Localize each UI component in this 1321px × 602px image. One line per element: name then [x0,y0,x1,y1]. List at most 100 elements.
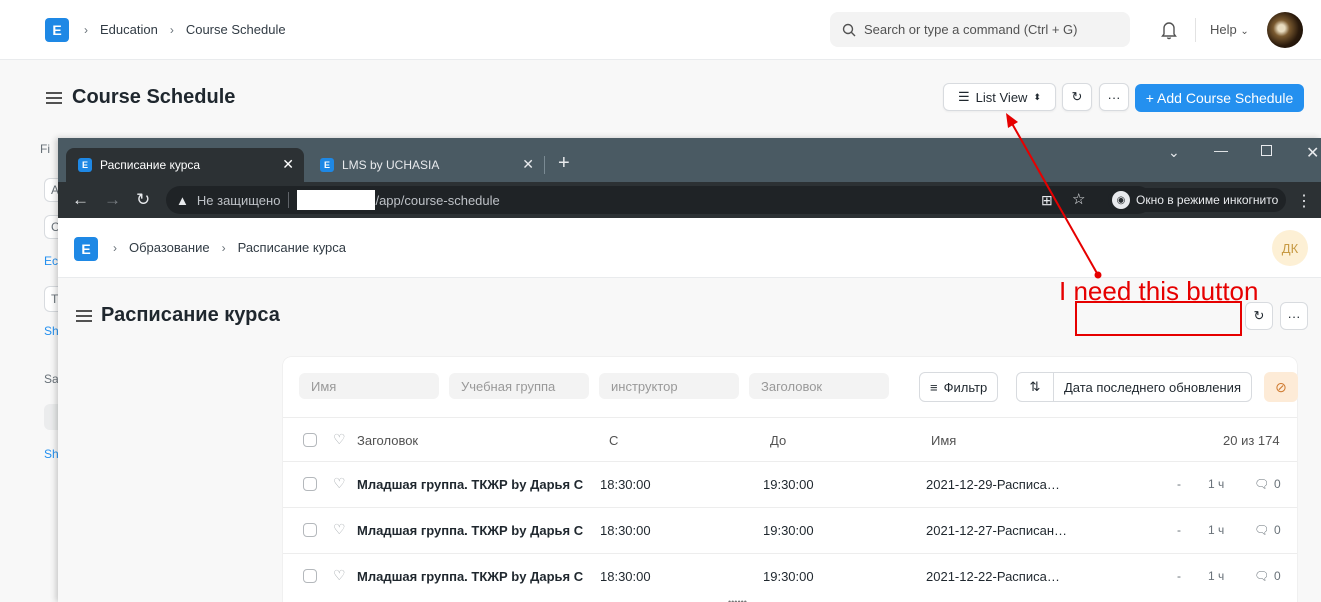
filter-title-input[interactable]: Заголовок [749,373,889,399]
new-tab-icon[interactable]: + [558,152,570,175]
tab-title: LMS by UCHASIA [342,158,440,172]
security-label: Не защищено [196,192,281,208]
chevron-down-icon: ⌄ [1240,26,1249,37]
filter-group-input[interactable]: Учебная группа [449,373,589,399]
app-logo[interactable]: E [45,18,69,42]
ellipsis-icon: ··· [1287,308,1301,324]
filter-instructor-input[interactable]: инструктор [599,373,739,399]
breadcrumb-education[interactable]: Образование [129,240,210,255]
column-header-to[interactable]: До [770,433,786,448]
chevron-down-icon[interactable]: ⌄ [1168,144,1180,161]
filter-icon: ≡ [930,379,938,395]
row-title[interactable]: Младшая группа. ТКЖР by Дарья С [357,523,585,538]
address-bar[interactable]: ▲ Не защищено /app/course-schedule [166,186,1152,214]
heart-icon[interactable]: ♡ [333,475,346,492]
top-navbar: E › Education › Course Schedule Search o… [0,0,1321,60]
clear-filters-icon[interactable]: ⊘ [1264,372,1298,402]
divider [1195,18,1196,42]
filter-label: Фильтр [943,379,988,395]
comment-icon[interactable]: 🗨 [1254,569,1269,583]
avatar[interactable]: ДК [1272,230,1308,266]
annotation-highlight-box [1075,301,1242,336]
record-count: 20 из 174 [1223,433,1280,448]
row-title[interactable]: Младшая группа. ТКЖР by Дарья С [357,477,585,492]
comment-icon[interactable]: 🗨 [1254,477,1269,491]
close-icon[interactable]: ✕ [282,156,294,173]
filter-button[interactable]: ≡ Фильтр [919,372,999,402]
column-header-name[interactable]: Имя [931,433,956,448]
list-card: Имя Учебная группа инструктор Заголовок … [283,357,1298,602]
sidebar-fragment: Sa [44,372,59,386]
avatar[interactable] [1267,12,1303,48]
heart-icon[interactable]: ♡ [333,431,346,448]
row-to: 19:30:00 [763,523,814,538]
column-header-from[interactable]: С [609,433,618,448]
sidebar-fragment[interactable]: Sh [44,447,59,461]
list-view-button[interactable]: ☰ List View ⬍ [943,83,1056,111]
row-title[interactable]: Младшая группа. ТКЖР by Дарья С [357,569,585,584]
heart-icon[interactable]: ♡ [333,521,346,538]
row-dash: - [1177,477,1181,491]
back-icon[interactable]: ← [72,190,89,210]
row-checkbox[interactable] [303,477,317,491]
row-name: 2021-12-27-Расписан… [926,523,1068,538]
sidebar-fragment[interactable]: Sh [44,324,59,338]
breadcrumb-course-schedule[interactable]: Расписание курса [238,240,346,255]
sort-order-button[interactable]: ⇅ [1016,372,1054,402]
tab-lms[interactable]: E LMS by UCHASIA ✕ [308,148,544,182]
redacted-host [297,190,376,210]
row-to: 19:30:00 [763,477,814,492]
star-icon[interactable]: ☆ [1072,190,1085,208]
resize-handle-icon[interactable]: •••••• [728,597,747,602]
sidebar-toggle-icon[interactable] [76,310,92,322]
add-course-schedule-button[interactable]: + Add Course Schedule [1135,84,1304,112]
breadcrumb-education[interactable]: Education [100,22,158,37]
favicon-icon: E [78,158,92,172]
forward-icon[interactable]: → [104,190,121,210]
search-bar[interactable]: Search or type a command (Ctrl + G) [830,12,1130,47]
help-dropdown[interactable]: Help ⌄ [1210,22,1249,37]
minimize-icon[interactable]: — [1214,142,1228,158]
sidebar-fragment: Fi [40,142,50,156]
column-header-title[interactable]: Заголовок [357,433,418,448]
row-name: 2021-12-22-Расписа… [926,569,1060,584]
heart-icon[interactable]: ♡ [333,567,346,584]
favicon-icon: E [320,158,334,172]
row-checkbox[interactable] [303,523,317,537]
sidebar-fragment[interactable]: Ec [44,254,58,268]
row-age: 1 ч [1208,523,1225,537]
window-close-icon[interactable]: ✕ [1306,143,1319,163]
reload-icon[interactable]: ↻ [136,190,150,210]
breadcrumb-course-schedule[interactable]: Course Schedule [186,22,286,37]
table-row[interactable]: ♡ Младшая группа. ТКЖР by Дарья С 18:30:… [283,461,1297,507]
tab-course-schedule[interactable]: E Расписание курса ✕ [66,148,304,182]
refresh-icon: ↻ [1071,89,1083,104]
sort-field-button[interactable]: Дата последнего обновления [1053,372,1252,402]
app-logo[interactable]: E [74,237,98,261]
search-placeholder: Search or type a command (Ctrl + G) [864,22,1078,37]
sort-icon: ⇅ [1029,379,1041,394]
row-to: 19:30:00 [763,569,814,584]
filter-name-input[interactable]: Имя [299,373,439,399]
row-comments: 0 [1274,523,1281,537]
sort-label: Дата последнего обновления [1064,379,1241,395]
translate-icon[interactable]: ⊞ [1041,192,1053,209]
table-row[interactable]: ♡ Младшая группа. ТКЖР by Дарья С 18:30:… [283,553,1297,599]
select-all-checkbox[interactable] [303,433,317,447]
table-row[interactable]: ♡ Младшая группа. ТКЖР by Дарья С 18:30:… [283,507,1297,553]
page-title: Расписание курса [101,304,280,326]
comment-icon[interactable]: 🗨 [1254,523,1269,537]
more-button[interactable]: ··· [1099,83,1129,111]
close-icon[interactable]: ✕ [522,156,534,173]
more-button[interactable]: ··· [1280,302,1308,330]
sidebar-toggle-icon[interactable] [46,92,62,104]
bell-icon[interactable] [1160,20,1178,40]
maximize-icon[interactable] [1261,145,1272,156]
reload-button[interactable]: ↻ [1062,83,1092,111]
row-comments: 0 [1274,569,1281,583]
sort-arrows-icon: ⬍ [1033,91,1041,102]
row-checkbox[interactable] [303,569,317,583]
incognito-badge[interactable]: ◉ Окно в режиме инкогнито [1108,188,1287,212]
sidebar-placeholder [44,404,58,430]
menu-icon[interactable]: ⋮ [1296,191,1312,211]
